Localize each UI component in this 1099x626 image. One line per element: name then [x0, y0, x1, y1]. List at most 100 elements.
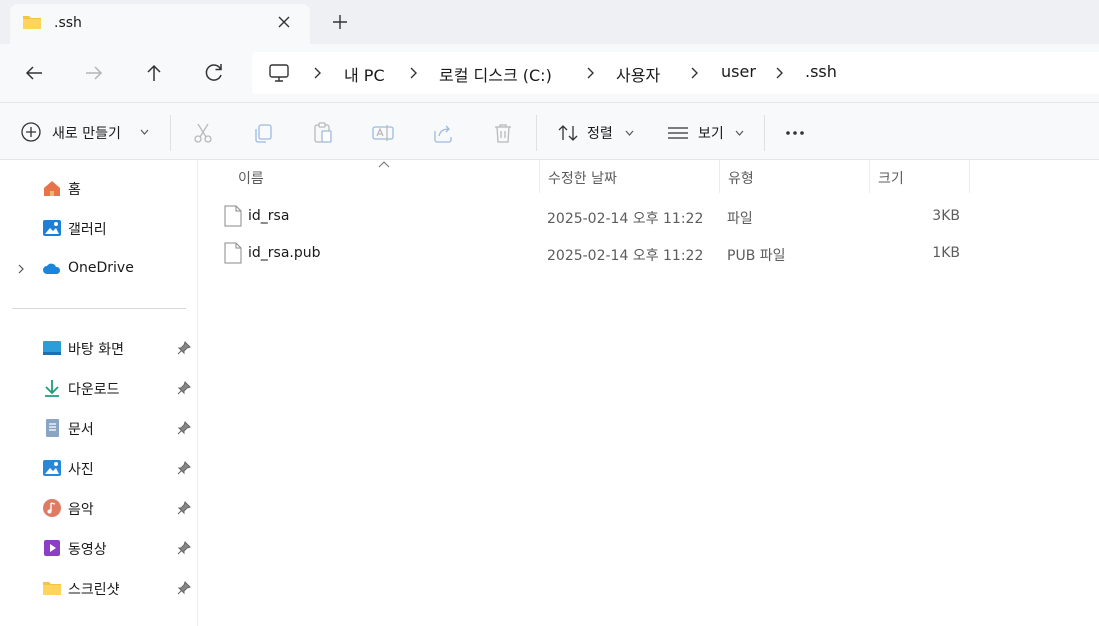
sidebar-item-pictures[interactable]: 사진 [0, 453, 198, 483]
pin-icon[interactable] [177, 581, 191, 595]
add-icon [21, 122, 41, 142]
document-icon [46, 419, 59, 437]
rename-icon[interactable] [371, 121, 395, 145]
delete-icon[interactable] [491, 121, 515, 145]
file-row[interactable]: id_rsa 2025-02-14 오후 11:22 파일 3KB [198, 199, 1099, 235]
pin-icon[interactable] [177, 461, 191, 475]
sidebar-item-videos[interactable]: 동영상 [0, 533, 198, 563]
copy-icon[interactable] [251, 121, 275, 145]
title-bar: .ssh [0, 0, 1099, 44]
column-header-label: 수정한 날짜 [548, 171, 617, 187]
file-row[interactable]: id_rsa.pub 2025-02-14 오후 11:22 PUB 파일 1K… [198, 236, 1099, 272]
refresh-button[interactable] [200, 59, 228, 87]
divider [536, 115, 537, 151]
sidebar-item-label: 홈 [68, 182, 81, 198]
back-button[interactable] [20, 59, 48, 87]
paste-icon[interactable] [311, 121, 335, 145]
pin-icon[interactable] [177, 381, 191, 395]
folder-icon [23, 16, 41, 29]
pin-icon[interactable] [177, 501, 191, 515]
chevron-right-icon [776, 67, 783, 79]
sidebar-item-label: OneDrive [68, 260, 134, 276]
close-icon[interactable] [272, 10, 296, 34]
sidebar-item-label: 스크린샷 [68, 582, 120, 598]
view-label: 보기 [698, 126, 724, 142]
command-bar: 새로 만들기 정렬 보기 [0, 102, 1099, 160]
chevron-down-icon [140, 129, 149, 135]
sidebar-item-documents[interactable]: 문서 [0, 413, 198, 443]
pin-icon[interactable] [177, 341, 191, 355]
navigation-pane: 홈 갤러리 OneDrive 바탕 화면 다운로드 문서 사진 음악 동영상 스… [0, 160, 198, 626]
chevron-down-icon [735, 130, 744, 136]
sidebar-item-label: 문서 [68, 422, 94, 438]
share-icon[interactable] [431, 121, 455, 145]
pin-icon[interactable] [177, 421, 191, 435]
tab-ssh[interactable]: .ssh [10, 4, 310, 44]
sidebar-item-home[interactable]: 홈 [0, 173, 198, 203]
sidebar-item-downloads[interactable]: 다운로드 [0, 373, 198, 403]
file-size: 3KB [932, 208, 960, 224]
column-header-type[interactable]: 유형 [720, 160, 870, 193]
gallery-icon [43, 220, 61, 236]
sidebar-item-label: 동영상 [68, 542, 107, 558]
file-modified: 2025-02-14 오후 11:22 [547, 211, 704, 227]
chevron-down-icon [625, 130, 634, 136]
breadcrumb-this-pc[interactable]: 내 PC [344, 62, 385, 86]
sidebar-item-label: 갤러리 [68, 222, 107, 238]
file-name[interactable]: id_rsa.pub [248, 245, 321, 261]
breadcrumb-ssh[interactable]: .ssh [805, 62, 837, 81]
onedrive-icon [43, 263, 61, 274]
sidebar-item-music[interactable]: 음악 [0, 493, 198, 523]
chevron-right-icon [691, 67, 698, 79]
sidebar-item-label: 사진 [68, 462, 94, 478]
sidebar-item-label: 다운로드 [68, 382, 120, 398]
column-header-size[interactable]: 크기 [870, 160, 970, 193]
breadcrumb-local-disk[interactable]: 로컬 디스크 (C:) [439, 62, 552, 86]
file-size: 1KB [932, 245, 960, 261]
view-icon [668, 127, 688, 139]
sidebar-item-label: 음악 [68, 502, 94, 518]
breadcrumb-users[interactable]: 사용자 [616, 62, 660, 86]
computer-icon [269, 64, 289, 82]
chevron-right-icon [410, 67, 417, 79]
file-list: 이름 수정한 날짜 유형 크기 id_rsa 2025-02-14 오후 11:… [198, 160, 1099, 626]
pictures-icon [43, 460, 61, 476]
column-header-label: 이름 [238, 171, 264, 187]
desktop-icon [43, 341, 61, 355]
sidebar-item-desktop[interactable]: 바탕 화면 [0, 333, 198, 363]
chevron-right-icon[interactable] [16, 264, 26, 274]
sort-icon [558, 125, 578, 141]
column-header-label: 크기 [878, 171, 904, 187]
more-options-icon[interactable] [783, 121, 807, 145]
sidebar-item-gallery[interactable]: 갤러리 [0, 213, 198, 243]
sort-button[interactable]: 정렬 [554, 103, 636, 161]
file-icon [224, 242, 242, 264]
music-icon [43, 499, 61, 517]
address-bar[interactable]: 내 PC 로컬 디스크 (C:) 사용자 user .ssh [252, 52, 1099, 94]
sidebar-item-label: 바탕 화면 [68, 342, 124, 358]
new-tab-button[interactable] [326, 10, 354, 34]
file-modified: 2025-02-14 오후 11:22 [547, 248, 704, 264]
file-name[interactable]: id_rsa [248, 208, 289, 224]
sort-label: 정렬 [587, 126, 613, 142]
file-type: PUB 파일 [727, 248, 786, 264]
sort-ascending-icon [378, 161, 390, 168]
view-button[interactable]: 보기 [666, 103, 748, 161]
sidebar-item-screenshots[interactable]: 스크린샷 [0, 573, 198, 603]
up-button[interactable] [140, 59, 168, 87]
cut-icon[interactable] [191, 121, 215, 145]
chevron-right-icon [314, 67, 321, 79]
download-icon [45, 380, 59, 397]
divider [764, 115, 765, 151]
sidebar-item-onedrive[interactable]: OneDrive [0, 254, 198, 284]
column-header-name[interactable]: 이름 [230, 160, 540, 193]
breadcrumb-user[interactable]: user [721, 62, 756, 81]
column-header-modified[interactable]: 수정한 날짜 [540, 160, 720, 193]
new-button-label: 새로 만들기 [52, 126, 121, 142]
pin-icon[interactable] [177, 541, 191, 555]
file-type: 파일 [727, 211, 753, 227]
navigation-bar: 내 PC 로컬 디스크 (C:) 사용자 user .ssh [0, 44, 1099, 102]
chevron-right-icon [587, 67, 594, 79]
divider [12, 308, 186, 309]
forward-button[interactable] [80, 59, 108, 87]
